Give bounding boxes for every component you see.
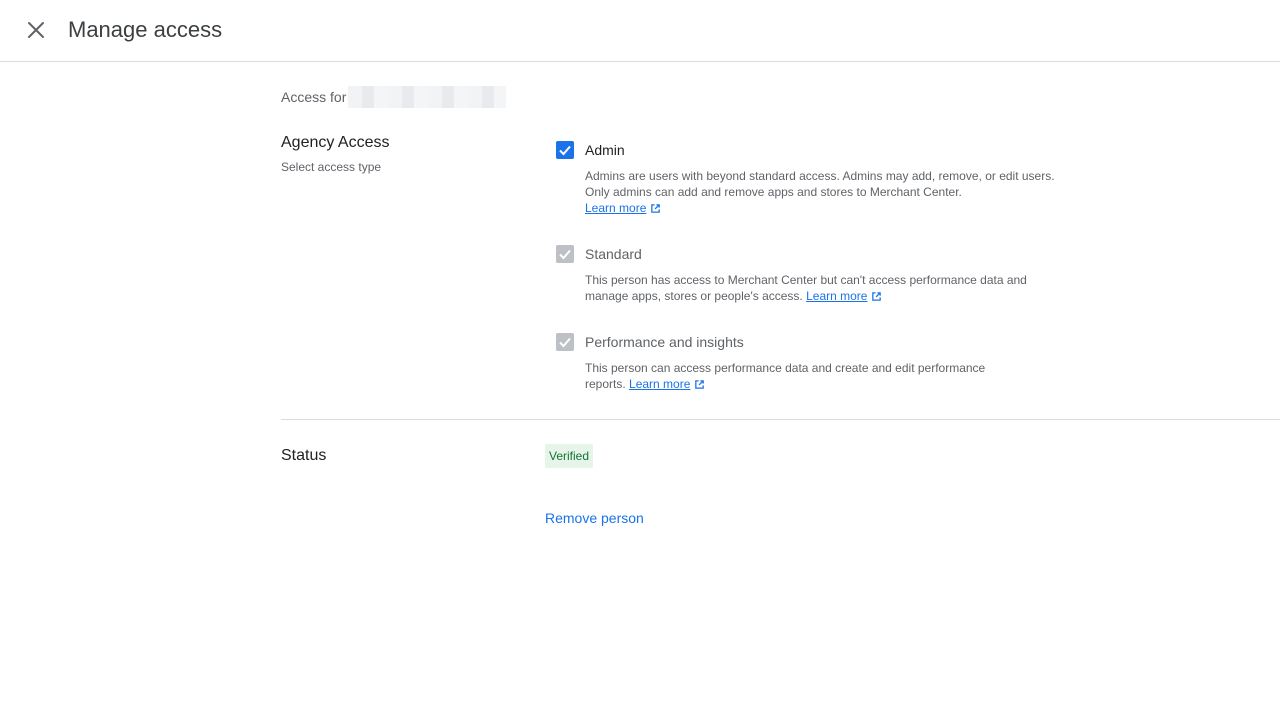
section-divider <box>281 419 1280 420</box>
agency-access-title: Agency Access <box>281 134 390 151</box>
status-title: Status <box>281 447 327 464</box>
admin-label: Admin <box>585 142 625 158</box>
admin-checkbox[interactable] <box>556 141 574 159</box>
performance-label: Performance and insights <box>585 334 744 350</box>
redacted-account-name <box>348 86 507 108</box>
performance-checkbox[interactable] <box>556 333 574 351</box>
close-button[interactable] <box>22 16 50 44</box>
header-bar: Manage access <box>0 0 1280 62</box>
close-icon <box>28 22 44 38</box>
admin-description: Admins are users with beyond standard ac… <box>585 168 1055 216</box>
standard-description: This person has access to Merchant Cente… <box>585 272 1035 304</box>
page-title: Manage access <box>68 17 223 42</box>
external-link-icon <box>651 204 661 213</box>
standard-checkbox[interactable] <box>556 245 574 263</box>
option-standard: Standard This person has access to Merch… <box>556 245 1056 309</box>
performance-description: This person can access performance data … <box>585 360 1025 392</box>
access-for-label: Access for <box>281 89 347 105</box>
check-icon <box>559 337 571 348</box>
check-icon <box>559 145 571 156</box>
option-admin: Admin Admins are users with beyond stand… <box>556 141 1056 221</box>
agency-access-subtitle: Select access type <box>281 160 382 174</box>
admin-learn-more-link[interactable]: Learn more <box>585 201 646 215</box>
status-badge: Verified <box>545 444 594 468</box>
check-icon <box>559 249 571 260</box>
access-for-row: Access for <box>281 86 507 108</box>
remove-person-button[interactable]: Remove person <box>545 509 644 527</box>
admin-description-text: Admins are users with beyond standard ac… <box>585 169 1055 199</box>
external-link-icon <box>872 292 882 301</box>
standard-learn-more-link[interactable]: Learn more <box>806 289 867 303</box>
external-link-icon <box>695 380 705 389</box>
performance-learn-more-link[interactable]: Learn more <box>629 377 690 391</box>
option-performance-insights: Performance and insights This person can… <box>556 333 1056 397</box>
standard-label: Standard <box>585 246 642 262</box>
